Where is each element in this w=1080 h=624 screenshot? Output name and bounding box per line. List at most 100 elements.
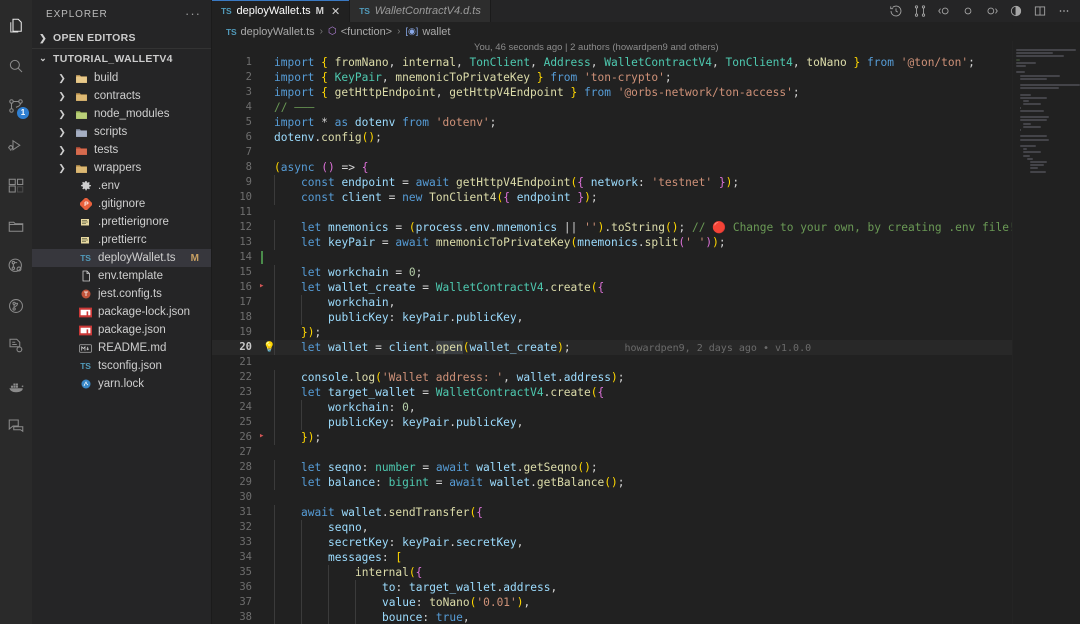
chevron-right-icon[interactable]: ❯ — [55, 91, 69, 102]
code-line[interactable]: 35 internal({ — [212, 565, 1012, 580]
code-line[interactable]: 7 — [212, 145, 1012, 160]
file-tree-item[interactable]: package.json — [32, 321, 211, 339]
extensions-icon — [7, 177, 25, 195]
file-tree-item[interactable]: jest.config.ts — [32, 285, 211, 303]
activity-item-run-and-debug[interactable] — [0, 126, 32, 166]
explorer-more-actions[interactable]: ··· — [185, 10, 201, 18]
next-change-icon[interactable] — [985, 4, 999, 18]
compare-changes-icon[interactable] — [913, 4, 927, 18]
activity-item-chat[interactable] — [0, 406, 32, 446]
chevron-right-icon[interactable]: ❯ — [55, 145, 69, 156]
code-line[interactable]: 20💡 let wallet = client.open(wallet_crea… — [212, 340, 1012, 355]
tsconfig-icon: TS — [78, 359, 93, 374]
code-line[interactable]: 1import { fromNano, internal, TonClient,… — [212, 55, 1012, 70]
code-line[interactable]: 22 console.log('Wallet address: ', walle… — [212, 370, 1012, 385]
code-line[interactable]: 24 workchain: 0, — [212, 400, 1012, 415]
activity-item-settings-sync[interactable] — [0, 326, 32, 366]
code-line[interactable]: 37 value: toNano('0.01'), — [212, 595, 1012, 610]
activity-item-gitlens[interactable] — [0, 246, 32, 286]
folding-marker-icon[interactable]: ▸ — [259, 282, 264, 291]
search-icon — [7, 57, 25, 75]
activity-item-extensions[interactable] — [0, 166, 32, 206]
file-tree-item[interactable]: ❯wrappers — [32, 159, 211, 177]
activity-item-search[interactable] — [0, 46, 32, 86]
file-tree-item[interactable]: ❯scripts — [32, 123, 211, 141]
file-tree-item[interactable]: yarn.lock — [32, 375, 211, 393]
code-line[interactable]: 14 — [212, 250, 1012, 265]
editor-tab[interactable]: TSdeployWallet.tsM✕ — [212, 0, 350, 22]
code-line[interactable]: 10 const client = new TonClient4({ endpo… — [212, 190, 1012, 205]
code-line[interactable]: 4// ——— — [212, 100, 1012, 115]
activity-item-remote-explorer[interactable] — [0, 206, 32, 246]
code-line[interactable]: 6dotenv.config(); — [212, 130, 1012, 145]
minimap-line — [1020, 110, 1045, 112]
code-line[interactable]: 31 await wallet.sendTransfer({ — [212, 505, 1012, 520]
close-icon[interactable]: ✕ — [331, 5, 340, 18]
chevron-right-icon[interactable]: ❯ — [55, 73, 69, 84]
code-line[interactable]: 26▸ }); — [212, 430, 1012, 445]
code-line[interactable]: 27 — [212, 445, 1012, 460]
file-tree-item[interactable]: TSdeployWallet.tsM — [32, 249, 211, 267]
file-tree-item[interactable]: .prettierrc — [32, 231, 211, 249]
code-line[interactable]: 21 — [212, 355, 1012, 370]
file-tree-item[interactable]: .prettierignore — [32, 213, 211, 231]
chevron-right-icon[interactable]: ❯ — [55, 109, 69, 120]
split-editor-icon[interactable] — [1033, 4, 1047, 18]
code-line[interactable]: 19 }); — [212, 325, 1012, 340]
code-lines[interactable]: 1import { fromNano, internal, TonClient,… — [212, 55, 1012, 624]
code-line[interactable]: 3import { getHttpEndpoint, getHttpV4Endp… — [212, 85, 1012, 100]
code-line[interactable]: 23 let target_wallet = WalletContractV4.… — [212, 385, 1012, 400]
project-root-section[interactable]: ⌄ TUTORIAL_WALLETV4 — [32, 48, 211, 68]
code-line[interactable]: 25 publicKey: keyPair.publicKey, — [212, 415, 1012, 430]
chevron-right-icon[interactable]: ❯ — [55, 163, 69, 174]
file-tree-item[interactable]: README.md — [32, 339, 211, 357]
code-line[interactable]: 32 seqno, — [212, 520, 1012, 535]
code-line[interactable]: 8(async () => { — [212, 160, 1012, 175]
file-tree-item[interactable]: ❯contracts — [32, 87, 211, 105]
code-line[interactable]: 17 workchain, — [212, 295, 1012, 310]
code-line[interactable]: 29 let balance: bigint = await wallet.ge… — [212, 475, 1012, 490]
file-tree-item[interactable]: ❯tests — [32, 141, 211, 159]
activity-item-source-control[interactable]: 1 — [0, 86, 32, 126]
file-tree-item[interactable]: .env — [32, 177, 211, 195]
code-line[interactable]: 5import * as dotenv from 'dotenv'; — [212, 115, 1012, 130]
code-line[interactable]: 18 publicKey: keyPair.publicKey, — [212, 310, 1012, 325]
code-line[interactable]: 28 let seqno: number = await wallet.getS… — [212, 460, 1012, 475]
code-line[interactable]: 9 const endpoint = await getHttpV4Endpoi… — [212, 175, 1012, 190]
file-tree-item[interactable]: .gitignore — [32, 195, 211, 213]
file-tree-item[interactable]: ❯build — [32, 69, 211, 87]
more-actions-icon[interactable] — [1057, 4, 1071, 18]
code-line[interactable]: 34 messages: [ — [212, 550, 1012, 565]
file-tree-item[interactable]: package-lock.json — [32, 303, 211, 321]
code-line[interactable]: 13 let keyPair = await mnemonicToPrivate… — [212, 235, 1012, 250]
folding-marker-icon[interactable]: ▸ — [259, 432, 264, 441]
code-line[interactable]: 11 — [212, 205, 1012, 220]
minimap[interactable] — [1012, 41, 1080, 624]
activity-item-explorer[interactable] — [0, 6, 32, 46]
breadcrumb-symbol-function[interactable]: ⬡ <function> — [328, 26, 392, 38]
code-line[interactable]: 16▸ let wallet_create = WalletContractV4… — [212, 280, 1012, 295]
editor-tab[interactable]: TSWalletContractV4.d.ts — [350, 0, 491, 22]
chevron-right-icon[interactable]: ❯ — [55, 127, 69, 138]
typescript-icon: TS — [78, 251, 93, 266]
file-tree-item[interactable]: ❯node_modules — [32, 105, 211, 123]
code-line[interactable]: 36 to: target_wallet.address, — [212, 580, 1012, 595]
code-editor[interactable]: You, 46 seconds ago | 2 authors (howardp… — [212, 41, 1080, 624]
breadcrumb-symbol-variable[interactable]: [◉] wallet — [405, 26, 450, 38]
toggle-inline-view-icon[interactable] — [1009, 4, 1023, 18]
code-line[interactable]: 33 secretKey: keyPair.secretKey, — [212, 535, 1012, 550]
file-tree-item[interactable]: env.template — [32, 267, 211, 285]
code-line[interactable]: 2import { KeyPair, mnemonicToPrivateKey … — [212, 70, 1012, 85]
open-editors-section[interactable]: ❯ OPEN EDITORS — [32, 28, 211, 48]
code-line[interactable]: 30 — [212, 490, 1012, 505]
code-line[interactable]: 38 bounce: true, — [212, 610, 1012, 624]
previous-change-icon[interactable] — [937, 4, 951, 18]
activity-item-git-graph[interactable] — [0, 286, 32, 326]
file-tree-item[interactable]: TStsconfig.json — [32, 357, 211, 375]
code-line[interactable]: 15 let workchain = 0; — [212, 265, 1012, 280]
history-icon[interactable] — [889, 4, 903, 18]
current-change-icon[interactable] — [961, 4, 975, 18]
breadcrumb-file[interactable]: TS deployWallet.ts — [226, 26, 315, 38]
code-line[interactable]: 12 let mnemonics = (process.env.mnemonic… — [212, 220, 1012, 235]
activity-item-docker[interactable] — [0, 366, 32, 406]
